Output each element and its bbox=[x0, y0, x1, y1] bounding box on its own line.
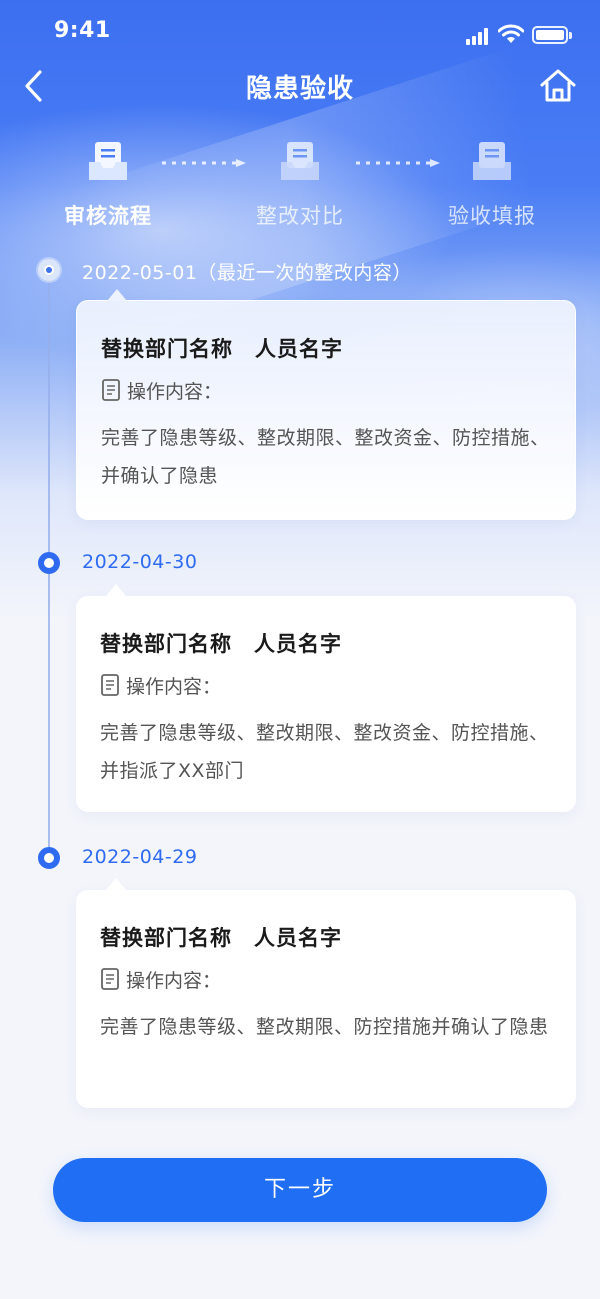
step-acceptance-fill[interactable]: 验收填报 bbox=[432, 140, 552, 230]
document-tray-icon bbox=[281, 142, 319, 180]
home-icon[interactable] bbox=[538, 66, 578, 106]
department-person: 替换部门名称 人员名字 bbox=[101, 337, 343, 361]
step-review-process[interactable]: 审核流程 bbox=[48, 140, 168, 230]
status-bar: 9:41 bbox=[0, 0, 600, 66]
battery-icon bbox=[532, 26, 572, 44]
timeline-node bbox=[38, 259, 60, 281]
arrow-right-icon bbox=[162, 159, 246, 167]
operation-label-row: 操作内容： bbox=[100, 966, 221, 992]
department-person: 替换部门名称 人员名字 bbox=[100, 926, 342, 950]
timeline-node bbox=[38, 847, 60, 869]
operation-label-row: 操作内容： bbox=[100, 672, 221, 698]
document-icon bbox=[101, 968, 119, 990]
step-label: 审核流程 bbox=[64, 204, 152, 228]
step-rectification-compare[interactable]: 整改对比 bbox=[240, 140, 360, 230]
timeline-date: 2022-04-29 bbox=[82, 846, 198, 868]
timeline-node bbox=[38, 552, 60, 574]
operation-content: 完善了隐患等级、整改期限、防控措施并确认了隐患 bbox=[100, 1016, 549, 1038]
operation-label: 操作内容： bbox=[126, 675, 222, 698]
operation-content: 完善了隐患等级、整改期限、整改资金、防控措施、并确认了隐患 bbox=[101, 427, 550, 487]
navigation-bar: 隐患验收 bbox=[0, 62, 600, 108]
operation-label: 操作内容： bbox=[127, 380, 223, 403]
step-label: 验收填报 bbox=[448, 204, 536, 228]
document-tray-icon bbox=[89, 142, 127, 180]
operation-label: 操作内容： bbox=[126, 969, 222, 992]
timeline-date: 2022-05-01（最近一次的整改内容） bbox=[82, 262, 412, 284]
operation-content: 完善了隐患等级、整改期限、整改资金、防控措施、并指派了XX部门 bbox=[100, 722, 549, 782]
arrow-right-icon bbox=[356, 159, 440, 167]
document-icon bbox=[102, 379, 120, 401]
record-card[interactable]: 替换部门名称 人员名字 操作内容： 完善了隐患等级、整改期限、整改资金、防控措施… bbox=[76, 289, 576, 520]
department-person: 替换部门名称 人员名字 bbox=[100, 632, 342, 656]
document-tray-icon bbox=[473, 142, 511, 180]
progress-steps: 审核流程 整改对比 验收填报 bbox=[0, 140, 600, 230]
page-title: 隐患验收 bbox=[245, 74, 354, 104]
timeline-date: 2022-04-30 bbox=[82, 551, 198, 573]
record-card[interactable]: 替换部门名称 人员名字 操作内容： 完善了隐患等级、整改期限、防控措施并确认了隐… bbox=[76, 878, 576, 1108]
wifi-icon bbox=[498, 24, 524, 43]
next-step-button[interactable]: 下一步 bbox=[53, 1158, 547, 1222]
operation-label-row: 操作内容： bbox=[101, 377, 222, 403]
cellular-signal-icon bbox=[466, 27, 492, 45]
step-label: 整改对比 bbox=[256, 204, 344, 228]
record-card[interactable]: 替换部门名称 人员名字 操作内容： 完善了隐患等级、整改期限、整改资金、防控措施… bbox=[76, 584, 576, 812]
status-time: 9:41 bbox=[54, 18, 111, 43]
document-icon bbox=[101, 674, 119, 696]
